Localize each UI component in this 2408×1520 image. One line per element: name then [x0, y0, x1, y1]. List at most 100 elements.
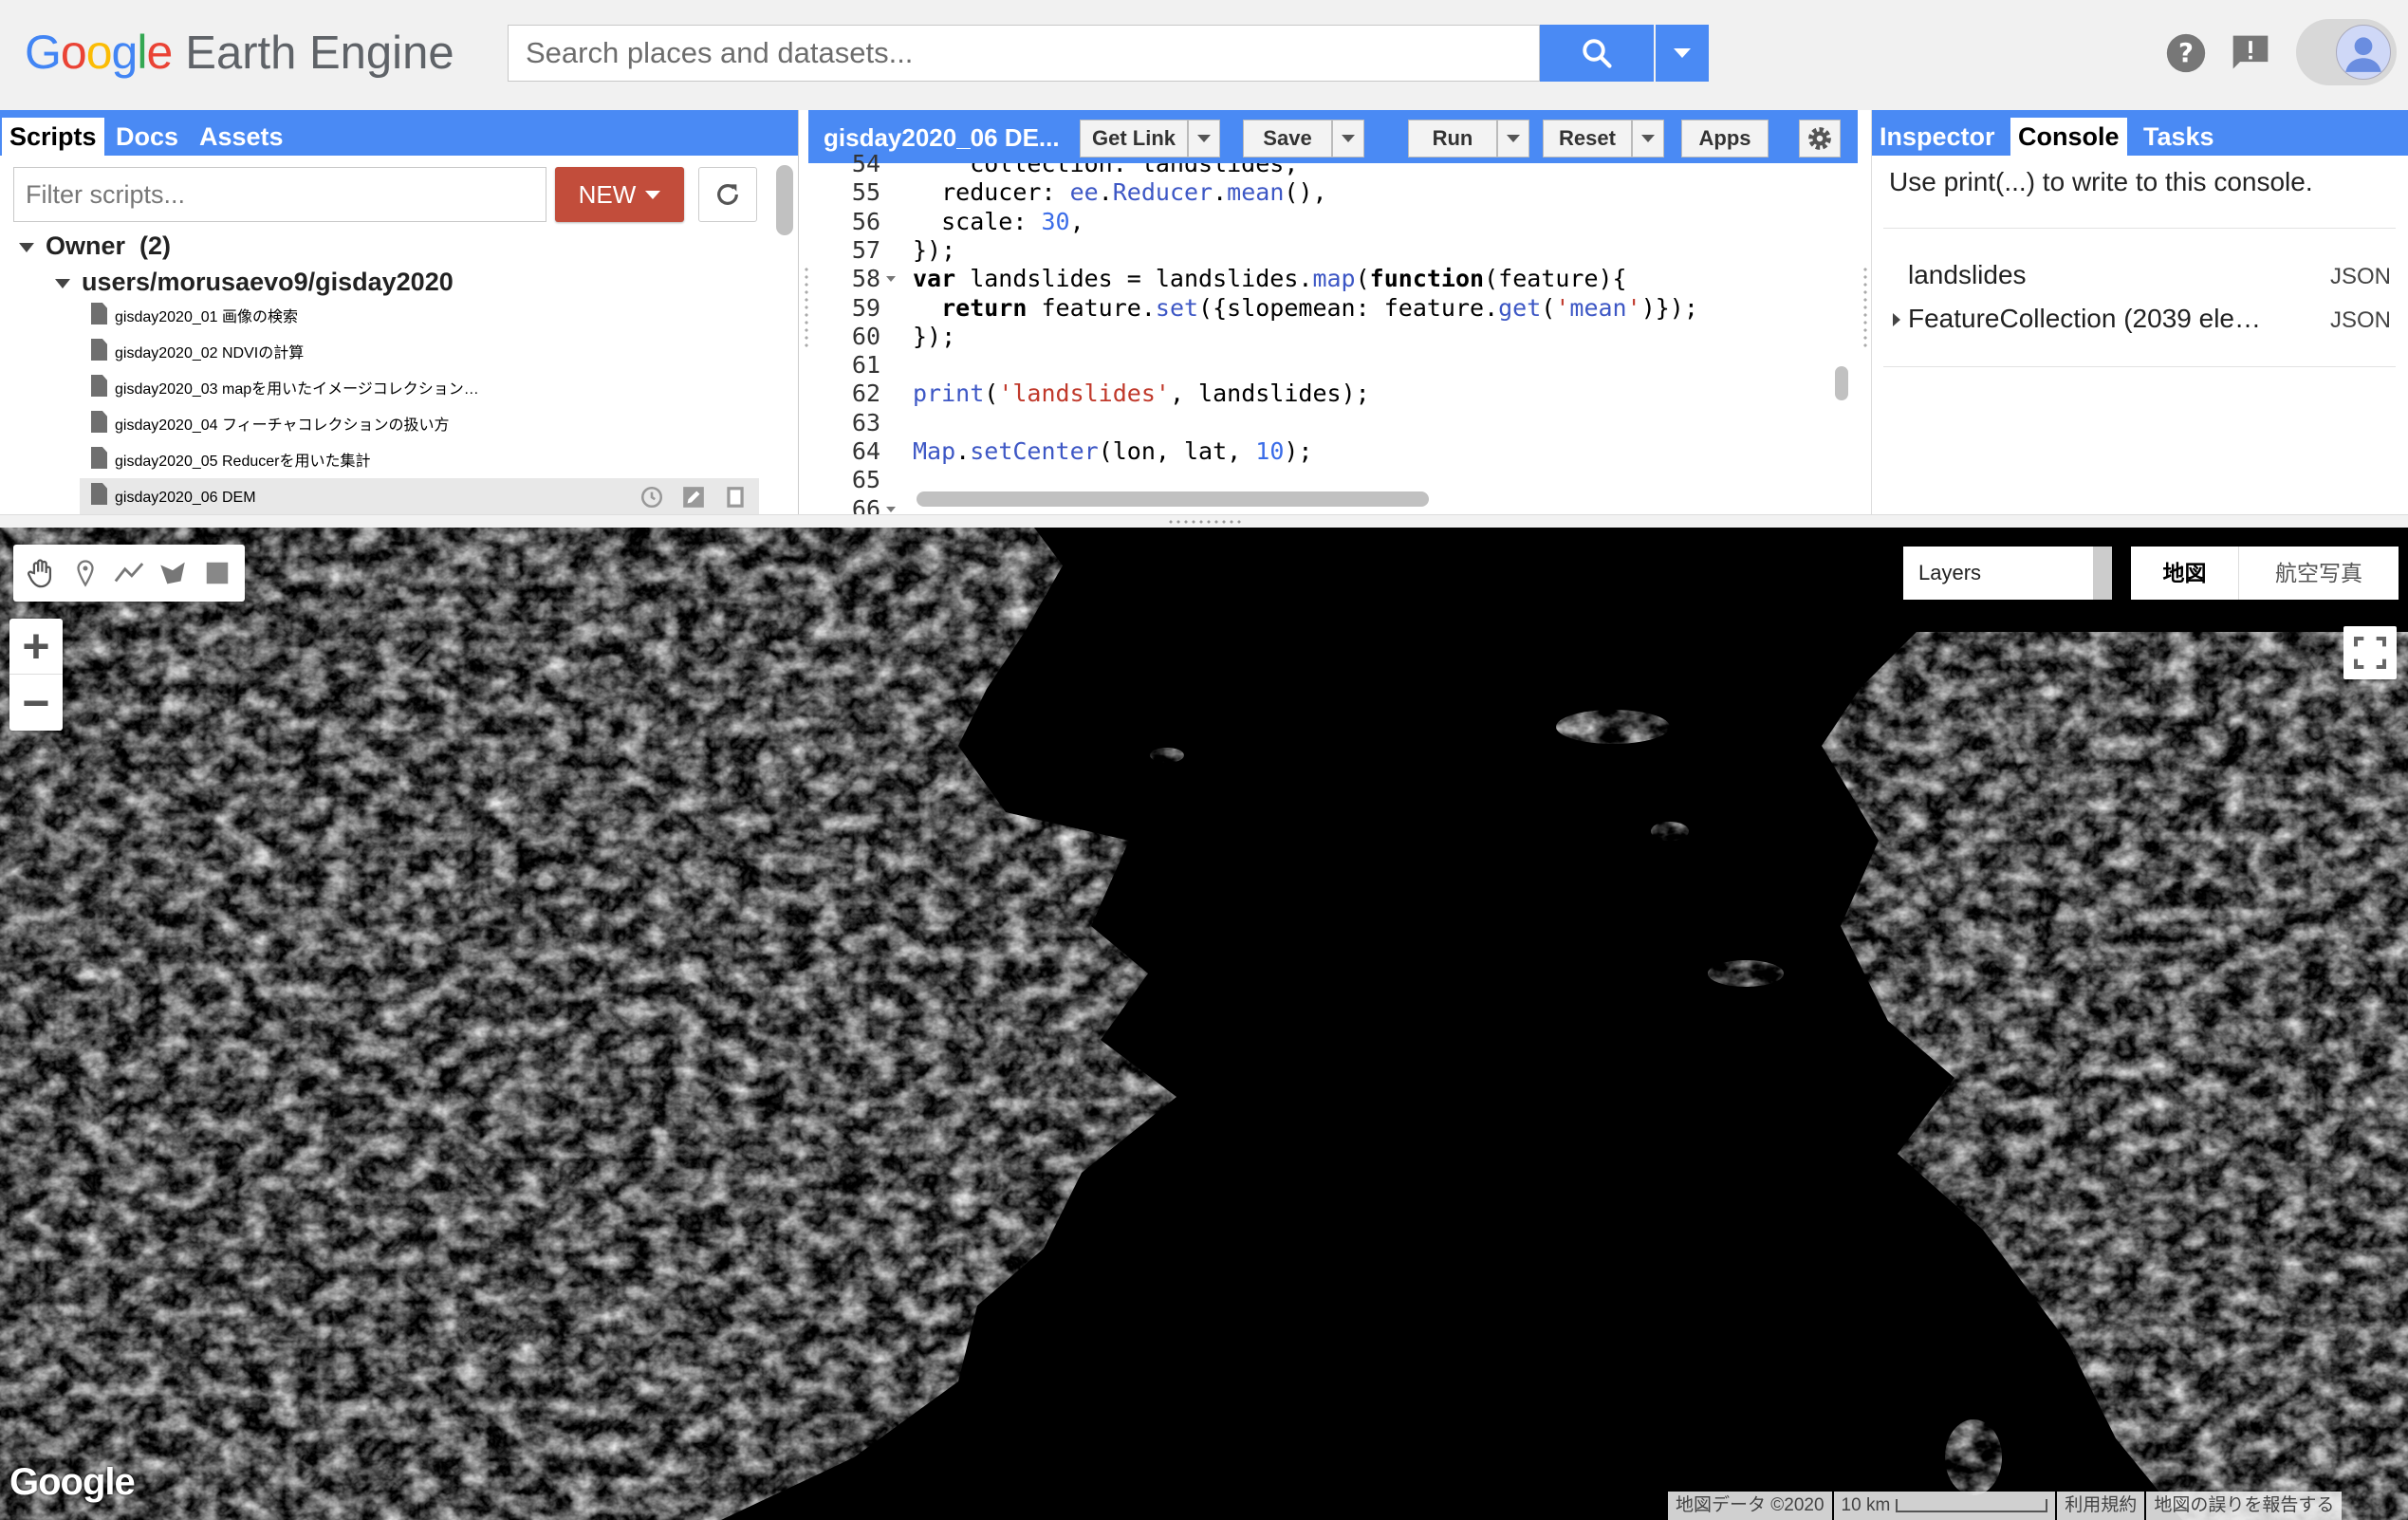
- code-vertical-scrollbar[interactable]: [1835, 366, 1848, 400]
- panel-resize-grip[interactable]: [1862, 266, 1869, 351]
- code-line[interactable]: collection: landslides,: [913, 163, 1298, 178]
- filter-scripts-input[interactable]: [14, 168, 546, 221]
- line-number: 57: [851, 235, 880, 264]
- zoom-control: + −: [9, 619, 63, 731]
- file-tab-title[interactable]: gisday2020_06 DE...: [824, 123, 1060, 153]
- run-dropdown[interactable]: [1497, 120, 1529, 158]
- fold-toggle-icon[interactable]: [886, 276, 896, 283]
- tab-assets[interactable]: Assets: [192, 118, 291, 156]
- run-button[interactable]: Run: [1408, 120, 1497, 158]
- rectangle-draw-icon[interactable]: [197, 553, 237, 593]
- tab-inspector[interactable]: Inspector: [1872, 118, 2003, 156]
- trash-icon: [727, 487, 744, 508]
- script-file-label: gisday2020_05 Reducerを用いた集計: [115, 454, 371, 470]
- filter-scripts-box[interactable]: [13, 167, 546, 222]
- google-watermark: Google: [9, 1461, 136, 1503]
- file-icon: [91, 411, 107, 433]
- scale-indicator[interactable]: 10 km: [1833, 1492, 2056, 1520]
- get-link-button[interactable]: Get Link: [1080, 120, 1188, 158]
- search-input[interactable]: [509, 26, 1539, 81]
- layers-control[interactable]: Layers: [1903, 547, 2112, 600]
- product-name: Earth Engine: [185, 28, 454, 79]
- settings-button[interactable]: [1799, 120, 1841, 158]
- code-line[interactable]: return feature.set({slopemean: feature.g…: [913, 294, 1698, 323]
- terms-link[interactable]: 利用規約: [2057, 1492, 2145, 1520]
- tab-tasks[interactable]: Tasks: [2136, 118, 2222, 156]
- reset-button[interactable]: Reset: [1543, 120, 1632, 158]
- tree-owner-node[interactable]: Owner (2): [19, 228, 171, 264]
- fold-toggle-icon[interactable]: [886, 506, 896, 512]
- rename-script-button[interactable]: [679, 484, 708, 510]
- map-code-splitter[interactable]: [0, 514, 2408, 528]
- code-horizontal-scrollbar[interactable]: [917, 491, 1429, 507]
- code-line[interactable]: reducer: ee.Reducer.mean(),: [913, 178, 1326, 207]
- code-line[interactable]: scale: 30,: [913, 208, 1084, 236]
- scripts-panel: Scripts Docs Assets NEW Owner (2) users/…: [0, 110, 799, 514]
- app-header: Google Earth Engine ?: [0, 0, 2408, 110]
- zoom-out-button[interactable]: −: [9, 675, 63, 731]
- new-script-button[interactable]: NEW: [555, 167, 684, 222]
- code-line[interactable]: });: [913, 323, 955, 351]
- help-button[interactable]: ?: [2159, 25, 2213, 82]
- expand-triangle-icon[interactable]: [1893, 313, 1900, 326]
- scale-label: 10 km: [1841, 1495, 1891, 1515]
- line-draw-icon[interactable]: [109, 553, 149, 593]
- tab-console[interactable]: Console: [2010, 118, 2127, 156]
- line-number: 61: [851, 351, 880, 380]
- feedback-button[interactable]: [2224, 25, 2277, 82]
- map-view[interactable]: + − Layers 地図 航空写真 Google 地図データ ©2020 10…: [0, 528, 2408, 1520]
- point-marker-icon[interactable]: [65, 553, 105, 593]
- tab-scripts[interactable]: Scripts: [2, 118, 104, 156]
- search-button[interactable]: [1540, 25, 1654, 82]
- get-link-dropdown[interactable]: [1188, 120, 1220, 158]
- code-line[interactable]: });: [913, 236, 955, 265]
- code-line[interactable]: print('landslides', landslides);: [913, 380, 1370, 408]
- save-button[interactable]: Save: [1243, 120, 1332, 158]
- tab-docs[interactable]: Docs: [108, 118, 186, 156]
- account-switcher[interactable]: [2296, 19, 2397, 85]
- search-options-dropdown[interactable]: [1656, 25, 1709, 82]
- script-file-item[interactable]: gisday2020_02 NDVIの計算: [91, 336, 304, 372]
- tree-repo-node[interactable]: users/morusaevo9/gisday2020: [55, 264, 454, 300]
- scripts-scrollbar[interactable]: [776, 165, 793, 235]
- divider: [1883, 228, 2396, 229]
- earth-engine-logo[interactable]: Google Earth Engine: [25, 25, 454, 82]
- apps-button[interactable]: Apps: [1681, 120, 1769, 158]
- line-number: 59: [851, 293, 880, 322]
- report-error-link[interactable]: 地図の誤りを報告する: [2146, 1492, 2343, 1520]
- search-box[interactable]: [508, 25, 1540, 82]
- json-toggle[interactable]: JSON: [2330, 307, 2391, 334]
- revision-history-button[interactable]: [638, 484, 666, 510]
- splitter-grip-icon: [1167, 518, 1243, 526]
- expand-triangle-icon: [19, 242, 34, 252]
- code-line[interactable]: var landslides = landslides.map(function…: [913, 265, 1627, 293]
- save-dropdown[interactable]: [1332, 120, 1364, 158]
- delete-script-button[interactable]: [721, 484, 750, 510]
- map-data-credit[interactable]: 地図データ ©2020: [1668, 1492, 1832, 1520]
- file-icon: [91, 375, 107, 397]
- caret-down-icon: [1342, 135, 1355, 142]
- code-editor[interactable]: collection: landslides, reducer: ee.Redu…: [913, 163, 1825, 488]
- console-entry-object[interactable]: FeatureCollection (2039 ele…: [1908, 304, 2261, 334]
- hand-pan-icon[interactable]: [21, 553, 61, 593]
- script-file-item[interactable]: gisday2020_04 フィーチャコレクションの扱い方: [91, 408, 450, 444]
- reset-dropdown[interactable]: [1632, 120, 1664, 158]
- google-wordmark: Google: [25, 26, 173, 79]
- file-icon: [91, 447, 107, 469]
- layers-handle[interactable]: [2093, 547, 2112, 600]
- polygon-draw-icon[interactable]: [153, 553, 193, 593]
- json-toggle[interactable]: JSON: [2330, 264, 2391, 290]
- script-file-item[interactable]: gisday2020_05 Reducerを用いた集計: [91, 444, 370, 480]
- script-file-item[interactable]: gisday2020_03 mapを用いたイメージコレクション…: [91, 372, 479, 408]
- script-file-item-selected[interactable]: gisday2020_06 DEM: [91, 480, 256, 516]
- avatar[interactable]: [2336, 25, 2391, 80]
- code-line[interactable]: Map.setCenter(lon, lat, 10);: [913, 437, 1312, 466]
- fullscreen-button[interactable]: [2343, 626, 2397, 679]
- zoom-in-button[interactable]: +: [9, 619, 63, 675]
- refresh-button[interactable]: [698, 167, 757, 222]
- help-icon: ?: [2166, 33, 2206, 73]
- map-type-map-button[interactable]: 地図: [2131, 547, 2239, 600]
- script-file-item[interactable]: gisday2020_01 画像の検索: [91, 300, 298, 336]
- map-type-satellite-button[interactable]: 航空写真: [2239, 547, 2399, 600]
- line-number-gutter: 54 55 56 57 58 59 60 61 62 63 64 65 66: [825, 150, 899, 523]
